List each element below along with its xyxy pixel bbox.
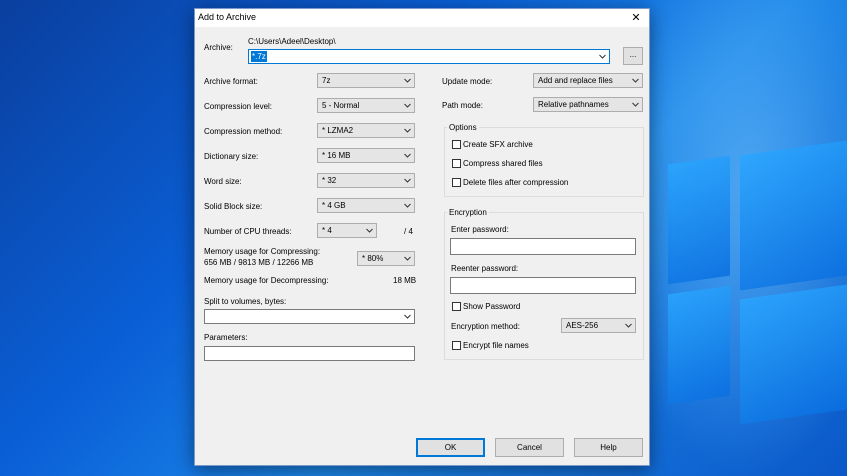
solid-block-label: Solid Block size: [204,202,263,211]
archive-format-label: Archive format: [204,77,258,86]
chevron-down-icon [404,256,411,261]
enter-password-label: Enter password: [451,225,509,234]
memory-percent-select[interactable]: * 80% [357,251,415,266]
compression-level-value: 5 - Normal [322,101,360,110]
update-mode-select[interactable]: Add and replace files [533,73,643,88]
windows-logo-pane [668,285,730,405]
compression-level-label: Compression level: [204,102,273,111]
cancel-button[interactable]: Cancel [495,438,564,457]
cpu-threads-select[interactable]: * 4 [317,223,377,238]
chevron-down-icon [404,314,411,319]
create-sfx-checkbox[interactable] [452,140,461,149]
archive-format-select[interactable]: 7z [317,73,415,88]
chevron-down-icon [404,78,411,83]
chevron-down-icon [404,103,411,108]
dictionary-size-label: Dictionary size: [204,152,259,161]
chevron-down-icon [599,54,606,59]
mem-compress-value: 656 MB / 9813 MB / 12266 MB [204,258,314,267]
mem-decompress-value: 18 MB [393,276,417,285]
update-mode-label: Update mode: [442,77,493,86]
chevron-down-icon [625,323,632,328]
cpu-threads-total: / 4 [404,227,413,236]
encryption-title: Encryption [447,208,489,217]
archive-name-combo[interactable]: *.7z [248,49,610,64]
windows-logo-pane [740,284,847,425]
reenter-password-label: Reenter password: [451,264,519,273]
ok-button[interactable]: OK [416,438,485,457]
split-volumes-combo[interactable] [204,309,415,324]
title-bar: Add to Archive ✕ [195,9,649,27]
delete-after-label: Delete files after compression [463,178,569,187]
path-mode-select[interactable]: Relative pathnames [533,97,643,112]
enter-password-input[interactable] [450,238,636,255]
parameters-label: Parameters: [204,333,248,342]
mem-decompress-label: Memory usage for Decompressing: [204,276,329,285]
create-sfx-label: Create SFX archive [463,140,533,149]
solid-block-value: * 4 GB [322,201,346,210]
reenter-password-input[interactable] [450,277,636,294]
chevron-down-icon [404,203,411,208]
word-size-label: Word size: [204,177,242,186]
cpu-threads-value: * 4 [322,226,332,235]
split-volumes-label: Split to volumes, bytes: [204,297,287,306]
word-size-select[interactable]: * 32 [317,173,415,188]
compress-shared-checkbox[interactable] [452,159,461,168]
path-mode-label: Path mode: [442,101,483,110]
encryption-method-select[interactable]: AES-256 [561,318,636,333]
dialog-title: Add to Archive [198,12,257,22]
dictionary-size-select[interactable]: * 16 MB [317,148,415,163]
chevron-down-icon [632,78,639,83]
mem-compress-label: Memory usage for Compressing: [204,247,321,256]
compression-method-label: Compression method: [204,127,283,136]
parameters-input[interactable] [204,346,415,361]
archive-format-value: 7z [322,76,331,85]
update-mode-value: Add and replace files [538,76,613,85]
close-icon[interactable]: ✕ [623,9,649,27]
chevron-down-icon [366,228,373,233]
browse-button[interactable]: ... [623,47,643,65]
chevron-down-icon [404,178,411,183]
windows-logo-pane [668,155,730,285]
help-button[interactable]: Help [574,438,643,457]
compress-shared-label: Compress shared files [463,159,543,168]
archive-label: Archive: [204,43,233,52]
encryption-method-label: Encryption method: [451,322,520,331]
delete-after-checkbox[interactable] [452,178,461,187]
windows-logo-pane [740,140,847,291]
show-password-checkbox[interactable] [452,302,461,311]
chevron-down-icon [632,102,639,107]
add-to-archive-dialog: Add to Archive ✕ Archive: C:\Users\Adeel… [194,8,650,466]
word-size-value: * 32 [322,176,337,185]
encrypt-names-checkbox[interactable] [452,341,461,350]
chevron-down-icon [404,153,411,158]
chevron-down-icon [404,128,411,133]
solid-block-select[interactable]: * 4 GB [317,198,415,213]
compression-method-value: * LZMA2 [322,126,354,135]
encryption-method-value: AES-256 [566,321,599,330]
archive-name-value: *.7z [251,51,267,62]
memory-percent-value: * 80% [362,254,384,263]
options-title: Options [447,123,479,132]
cpu-threads-label: Number of CPU threads: [204,227,292,236]
compression-level-select[interactable]: 5 - Normal [317,98,415,113]
archive-path: C:\Users\Adeel\Desktop\ [248,37,336,46]
compression-method-select[interactable]: * LZMA2 [317,123,415,138]
path-mode-value: Relative pathnames [538,100,609,109]
show-password-label: Show Password [463,302,521,311]
dictionary-size-value: * 16 MB [322,151,351,160]
encrypt-names-label: Encrypt file names [463,341,529,350]
